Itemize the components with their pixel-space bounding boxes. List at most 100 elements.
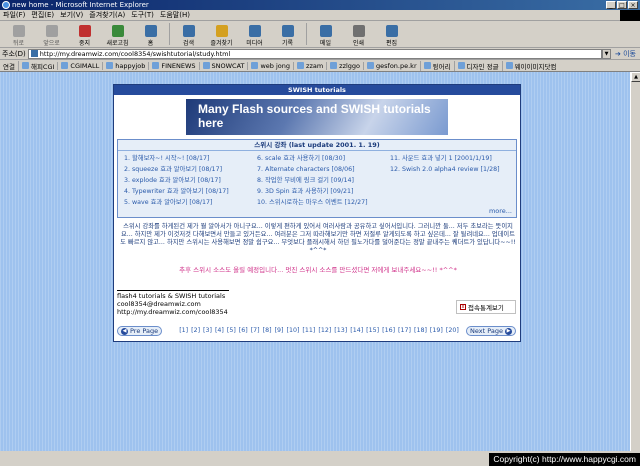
toolbar-button-9[interactable]: 메일 bbox=[309, 21, 342, 47]
lesson-link[interactable]: 9. 3D Spin 효과 사용하기 [09/21] bbox=[257, 187, 390, 196]
address-dropdown-icon[interactable]: ▼ bbox=[602, 48, 612, 59]
prev-page-button[interactable]: ◀ Pre Page bbox=[117, 326, 163, 336]
link-item[interactable]: 디자인 정글 bbox=[453, 60, 502, 71]
toolbar-button-6[interactable]: 즐겨찾기 bbox=[205, 21, 238, 47]
page-link[interactable]: [16] bbox=[382, 327, 395, 334]
minimize-button[interactable]: _ bbox=[606, 1, 616, 9]
link-item[interactable]: FINENEWS bbox=[148, 61, 198, 70]
history-icon bbox=[281, 25, 294, 37]
menu-view[interactable]: 보기(V) bbox=[57, 10, 86, 20]
lesson-link[interactable]: 8. 작업한 무비에 링크 걸기 [09/14] bbox=[257, 176, 390, 185]
toolbar-button-7[interactable]: 미디어 bbox=[238, 21, 271, 47]
toolbar-button-8[interactable]: 기록 bbox=[271, 21, 304, 47]
link-item[interactable]: zzlggo bbox=[326, 61, 363, 70]
page-link[interactable]: [15] bbox=[366, 327, 379, 334]
forward-arrow-icon bbox=[45, 25, 58, 37]
page-link[interactable]: [12] bbox=[318, 327, 331, 334]
page-link[interactable]: [11] bbox=[302, 327, 315, 334]
toolbar-label: 즐겨찾기 bbox=[210, 40, 233, 47]
toolbar-button-3[interactable]: 새로고침 bbox=[101, 21, 134, 47]
page-icon bbox=[297, 62, 305, 69]
more-link[interactable]: more... bbox=[489, 207, 512, 215]
link-item[interactable]: web jong bbox=[247, 61, 293, 70]
scroll-up-icon[interactable]: ▲ bbox=[631, 72, 640, 82]
menu-edit[interactable]: 편집(E) bbox=[28, 10, 57, 20]
page-link[interactable]: [17] bbox=[398, 327, 411, 334]
close-button[interactable]: × bbox=[628, 1, 638, 9]
menu-file[interactable]: 파일(F) bbox=[0, 10, 28, 20]
link-label: CGIMALL bbox=[70, 61, 100, 70]
toolbar-button-0[interactable]: 뒤로 bbox=[2, 21, 35, 47]
panel-header-label: SWISH tutorials bbox=[288, 86, 346, 94]
lessons-list: 1. 할해보자~! 시작~! [08/17] 6. scale 효과 사용하기 [… bbox=[124, 154, 514, 207]
go-button[interactable]: ➔ 이동 bbox=[611, 49, 640, 59]
menu-favorites[interactable]: 즐겨찾기(A) bbox=[86, 10, 128, 20]
lesson-link[interactable]: 12. Swish 2.0 alpha4 review [1/28] bbox=[390, 165, 514, 174]
toolbar-button-5[interactable]: 검색 bbox=[172, 21, 205, 47]
lesson-link[interactable]: 5. wave 효과 알아보기 [08/17] bbox=[124, 198, 257, 207]
panel-header: SWISH tutorials bbox=[114, 85, 520, 95]
page-link[interactable]: [4] bbox=[215, 327, 224, 334]
link-label: 웨이이미지닷컴 bbox=[514, 62, 557, 71]
page-link[interactable]: [18] bbox=[414, 327, 427, 334]
watermark: Copyright(c) http://www.happycgi.com bbox=[489, 453, 640, 466]
description-text: 스위시 강좌를 하게된건 제가 뭘 알아서가 아니구요... 이렇게 편하게 있… bbox=[120, 223, 516, 254]
toolbar-label: 인쇄 bbox=[352, 40, 365, 47]
link-item[interactable]: gesfon.pe.kr bbox=[363, 61, 420, 70]
toolbar-label: 앞으로 bbox=[43, 40, 60, 47]
page-link[interactable]: [19] bbox=[430, 327, 443, 334]
lesson-link[interactable]: 7. Alternate characters [08/06] bbox=[257, 165, 390, 174]
page-link[interactable]: [3] bbox=[203, 327, 212, 334]
lesson-link[interactable]: 10. 스위시로하는 마우스 이벤트 [12/27] bbox=[257, 198, 390, 207]
toolbar-button-10[interactable]: 인쇄 bbox=[342, 21, 375, 47]
link-item[interactable]: zzam bbox=[293, 61, 326, 70]
credits: flash4 tutorials & SWISH tutorials cool8… bbox=[117, 292, 228, 316]
page-link[interactable]: [1] bbox=[179, 327, 188, 334]
menu-tools[interactable]: 도구(T) bbox=[128, 10, 157, 20]
credits-email[interactable]: cool8354@dreamwiz.com bbox=[117, 300, 228, 308]
toolbar-label: 메일 bbox=[319, 40, 332, 47]
lesson-link[interactable]: 3. explode 효과 알아보기 [08/17] bbox=[124, 176, 257, 185]
lesson-link[interactable]: 6. scale 효과 사용하기 [08/30] bbox=[257, 154, 390, 163]
toolbar-button-1[interactable]: 앞으로 bbox=[35, 21, 68, 47]
banner-image[interactable]: Many Flash sources and SWISH tutorials h… bbox=[186, 99, 448, 135]
stats-link[interactable]: x 접속통계보기 bbox=[456, 300, 516, 314]
page-link[interactable]: [20] bbox=[446, 327, 459, 334]
link-item[interactable]: 웨이이미지닷컴 bbox=[501, 60, 560, 71]
prev-page-label: Pre Page bbox=[130, 327, 159, 335]
link-item[interactable]: 뒹어리 bbox=[419, 60, 454, 71]
vertical-scrollbar[interactable]: ▲ ▼ bbox=[630, 72, 640, 466]
link-item[interactable]: happyjob bbox=[102, 61, 148, 70]
page-link[interactable]: [2] bbox=[191, 327, 200, 334]
toolbar-button-2[interactable]: 중지 bbox=[68, 21, 101, 47]
menu-help[interactable]: 도움말(H) bbox=[157, 10, 193, 20]
lessons-box: 스위시 강좌 (last update 2001. 1. 19) 1. 할해보자… bbox=[117, 139, 517, 218]
page-icon bbox=[61, 62, 69, 69]
lesson-link[interactable]: 2. squeeze 효과 알아보기 [08/17] bbox=[124, 165, 257, 174]
window-titlebar: new home - Microsoft Internet Explorer _… bbox=[0, 0, 640, 10]
page-link[interactable]: [13] bbox=[334, 327, 347, 334]
link-item[interactable]: SNOWCAT bbox=[198, 61, 248, 70]
page-link[interactable]: [8] bbox=[263, 327, 272, 334]
credits-title: flash4 tutorials & SWISH tutorials bbox=[117, 292, 226, 300]
credits-url[interactable]: http://my.dreamwiz.com/cool8354 bbox=[117, 308, 228, 316]
lesson-link[interactable]: 1. 할해보자~! 시작~! [08/17] bbox=[124, 154, 257, 163]
page-link[interactable]: [10] bbox=[286, 327, 299, 334]
lesson-link bbox=[390, 176, 514, 185]
edit-icon bbox=[385, 25, 398, 37]
lesson-link[interactable]: 11. 사운드 효과 넣기 1 [2001/1/19] bbox=[390, 154, 514, 163]
page-link[interactable]: [7] bbox=[251, 327, 260, 334]
page-link[interactable]: [5] bbox=[227, 327, 236, 334]
page-link[interactable]: [14] bbox=[350, 327, 363, 334]
next-page-button[interactable]: Next Page ▶ bbox=[466, 326, 516, 336]
print-icon bbox=[352, 25, 365, 37]
link-item[interactable]: CGIMALL bbox=[57, 61, 102, 70]
maximize-button[interactable]: □ bbox=[617, 1, 627, 9]
page-link[interactable]: [6] bbox=[239, 327, 248, 334]
address-input[interactable]: http://my.dreamwiz.com/cool8354/swishtut… bbox=[27, 48, 603, 59]
toolbar-button-11[interactable]: 편집 bbox=[375, 21, 408, 47]
toolbar-button-4[interactable]: 홈 bbox=[134, 21, 167, 47]
lesson-link[interactable]: 4. Typewriter 효과 알아보기 [08/17] bbox=[124, 187, 257, 196]
page-link[interactable]: [9] bbox=[275, 327, 284, 334]
link-item[interactable]: 해피CGI bbox=[17, 60, 57, 71]
